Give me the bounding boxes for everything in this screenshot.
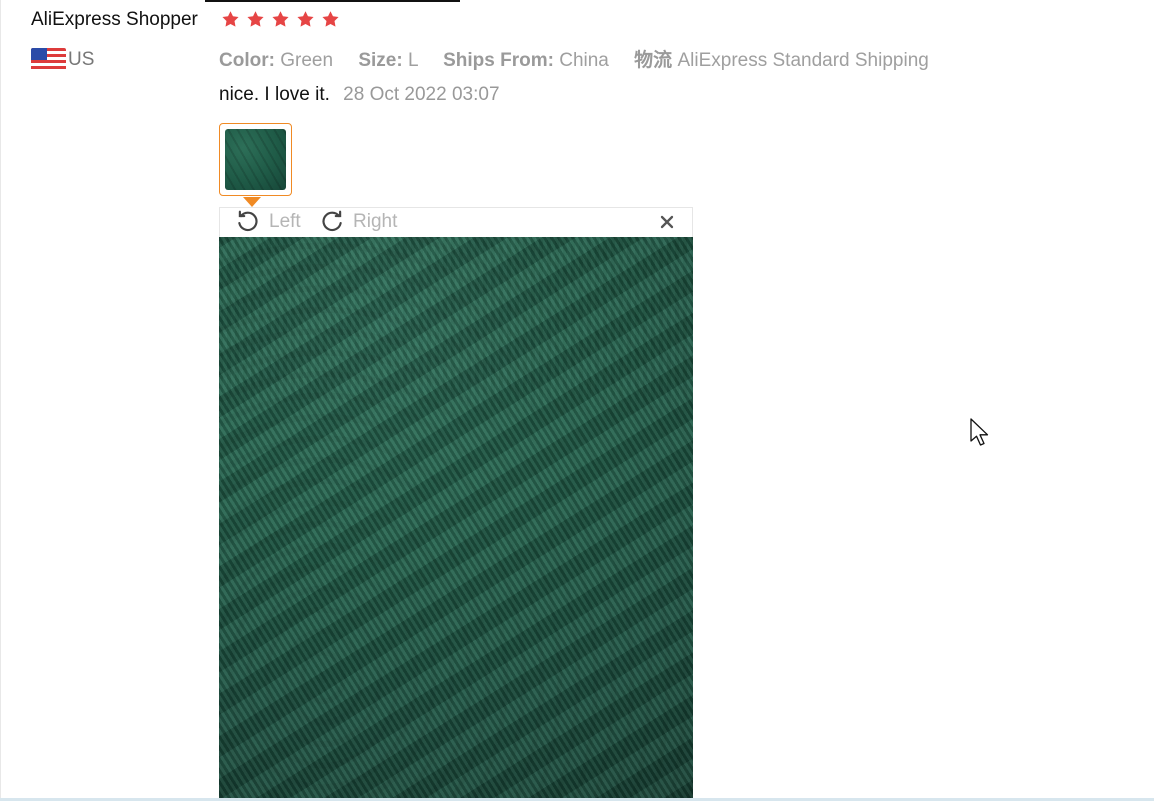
rotate-left-label: Left [269, 211, 301, 232]
review-details: Color: Green Size: L Ships From: China 物… [219, 45, 949, 72]
logistics-label: 物流 [634, 50, 673, 71]
close-icon[interactable] [658, 213, 676, 231]
logistics-value: AliExpress Standard Shipping [677, 50, 929, 71]
image-viewer-toolbar: Left Right [219, 207, 693, 237]
review-content: nice. I love it. 28 Oct 2022 03:07 [219, 84, 500, 106]
review-page: AliExpress Shopper US Color: Green Size:… [0, 0, 1154, 801]
color-detail: Color: Green [219, 50, 338, 71]
expanded-review-image [219, 237, 693, 801]
color-value: Green [280, 50, 334, 71]
rotate-right-button[interactable]: Right [319, 209, 397, 235]
ships-from-detail: Ships From: China [443, 50, 614, 71]
ships-from-value: China [559, 50, 609, 71]
color-label: Color: [219, 50, 275, 71]
size-value: L [407, 50, 418, 71]
selected-thumbnail-indicator [243, 197, 261, 207]
review-image-thumbnail[interactable] [219, 123, 292, 196]
rotate-left-button[interactable]: Left [235, 209, 301, 235]
star-icon [222, 11, 239, 27]
star-icon [297, 11, 314, 27]
buyer-country: US [31, 48, 94, 72]
star-icon [272, 11, 289, 27]
rating-stars [220, 9, 341, 30]
ships-from-label: Ships From: [443, 50, 554, 71]
mouse-cursor-icon [970, 418, 989, 446]
review-text: nice. I love it. [219, 84, 330, 105]
star-icon [322, 11, 339, 27]
us-flag-icon [31, 48, 66, 72]
thumbnail-image [225, 129, 286, 190]
left-border [0, 0, 1, 801]
rotate-right-label: Right [353, 211, 398, 232]
review-date: 28 Oct 2022 03:07 [343, 84, 500, 105]
star-icon [247, 11, 264, 27]
size-detail: Size: L [358, 50, 423, 71]
country-code: US [68, 49, 95, 70]
rotate-right-icon [322, 210, 342, 232]
top-divider [205, 0, 460, 2]
size-label: Size: [358, 50, 403, 71]
buyer-name: AliExpress Shopper [31, 9, 198, 30]
rotate-left-icon [238, 210, 258, 232]
logistics-detail: 物流 AliExpress Standard Shipping [634, 50, 929, 71]
